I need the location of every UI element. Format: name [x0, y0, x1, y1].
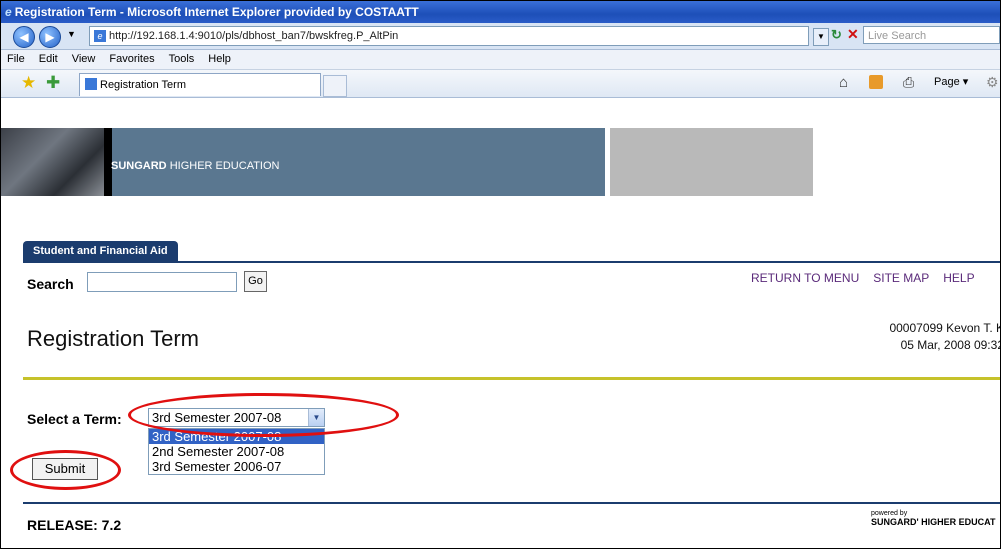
- tab-bar: ★ ✚ Registration Term ⌂ ⎙ Page ▾ ⚙: [1, 70, 1000, 98]
- menu-bar: File Edit View Favorites Tools Help: [1, 50, 1000, 70]
- url-dropdown-icon[interactable]: ▼: [813, 28, 829, 46]
- add-favorites-icon[interactable]: ✚: [46, 73, 60, 93]
- search-label: Search: [27, 276, 74, 292]
- history-dropdown-icon[interactable]: ▼: [67, 29, 76, 39]
- banner-tagline: HIGHER EDUCATION: [169, 160, 280, 172]
- back-button[interactable]: ◀: [13, 26, 35, 48]
- menu-help[interactable]: Help: [208, 53, 231, 65]
- help-link[interactable]: HELP: [943, 271, 974, 285]
- page-content: SUNGARD HIGHER EDUCATION Student and Fin…: [1, 98, 1000, 548]
- user-timestamp: 05 Mar, 2008 09:32: [900, 338, 1001, 352]
- browser-window: e Registration Term - Microsoft Internet …: [0, 0, 1001, 549]
- banner-logo: SUNGARD HIGHER EDUCATION: [111, 160, 280, 172]
- go-button[interactable]: Go: [244, 271, 267, 292]
- submit-highlight-ellipse: [10, 450, 121, 490]
- new-tab-button[interactable]: [323, 75, 347, 97]
- title-divider: [23, 377, 1000, 380]
- menu-tools[interactable]: Tools: [169, 53, 195, 65]
- home-icon[interactable]: ⌂: [839, 74, 848, 91]
- tab-label: Registration Term: [100, 79, 186, 91]
- menu-favorites[interactable]: Favorites: [109, 53, 154, 65]
- menu-edit[interactable]: Edit: [39, 53, 58, 65]
- forward-button[interactable]: ▶: [39, 26, 61, 48]
- ie-logo-icon: e: [5, 5, 12, 19]
- feeds-icon[interactable]: [869, 75, 883, 89]
- favorites-star-icon[interactable]: ★: [21, 73, 36, 93]
- tab-registration-term[interactable]: Registration Term: [79, 73, 321, 96]
- title-bar: e Registration Term - Microsoft Internet …: [1, 1, 1000, 23]
- menu-view[interactable]: View: [72, 53, 96, 65]
- banner-grey-block: [610, 128, 813, 196]
- live-search-input[interactable]: Live Search: [863, 26, 1000, 44]
- term-option[interactable]: 3rd Semester 2006-07: [149, 459, 324, 474]
- nav-divider: [23, 261, 1000, 263]
- tab-favicon-icon: [85, 78, 97, 90]
- stop-icon[interactable]: ✕: [847, 26, 859, 43]
- page-menu-button[interactable]: Page ▾: [934, 75, 968, 88]
- page-favicon-icon: e: [94, 30, 106, 42]
- return-to-menu-link[interactable]: RETURN TO MENU: [751, 271, 859, 285]
- url-text: http://192.168.1.4:9010/pls/dbhost_ban7/…: [109, 30, 399, 42]
- term-highlight-ellipse: [128, 393, 399, 437]
- powered-by-logo: powered by SUNGARD' HIGHER EDUCAT: [871, 510, 996, 527]
- site-map-link[interactable]: SITE MAP: [873, 271, 929, 285]
- user-id-name: 00007099 Kevon T. K: [889, 321, 1001, 335]
- url-field[interactable]: e http://192.168.1.4:9010/pls/dbhost_ban7…: [89, 26, 809, 46]
- menu-file[interactable]: File: [7, 53, 25, 65]
- banner-photo: [1, 128, 104, 196]
- footer-divider: [23, 502, 1000, 504]
- search-input[interactable]: [87, 272, 237, 292]
- powered-brand-text: SUNGARD' HIGHER EDUCAT: [871, 517, 996, 527]
- page-title: Registration Term: [27, 326, 199, 351]
- user-info: 00007099 Kevon T. K 05 Mar, 2008 09:32: [829, 320, 1001, 354]
- release-label: RELEASE: 7.2: [27, 517, 122, 533]
- print-icon[interactable]: ⎙: [903, 74, 914, 91]
- address-bar: ◀ ▶ ▼ e http://192.168.1.4:9010/pls/dbhos…: [1, 23, 1000, 50]
- tab-student-financial-aid[interactable]: Student and Financial Aid: [23, 241, 178, 261]
- top-links: RETURN TO MENU SITE MAP HELP: [751, 271, 989, 285]
- tools-gear-icon[interactable]: ⚙: [986, 74, 999, 91]
- window-title: Registration Term - Microsoft Internet E…: [14, 5, 419, 19]
- term-option[interactable]: 2nd Semester 2007-08: [149, 444, 324, 459]
- refresh-icon[interactable]: ↻: [831, 27, 842, 43]
- banner-brand: SUNGARD: [111, 160, 167, 172]
- term-label: Select a Term:: [27, 411, 122, 427]
